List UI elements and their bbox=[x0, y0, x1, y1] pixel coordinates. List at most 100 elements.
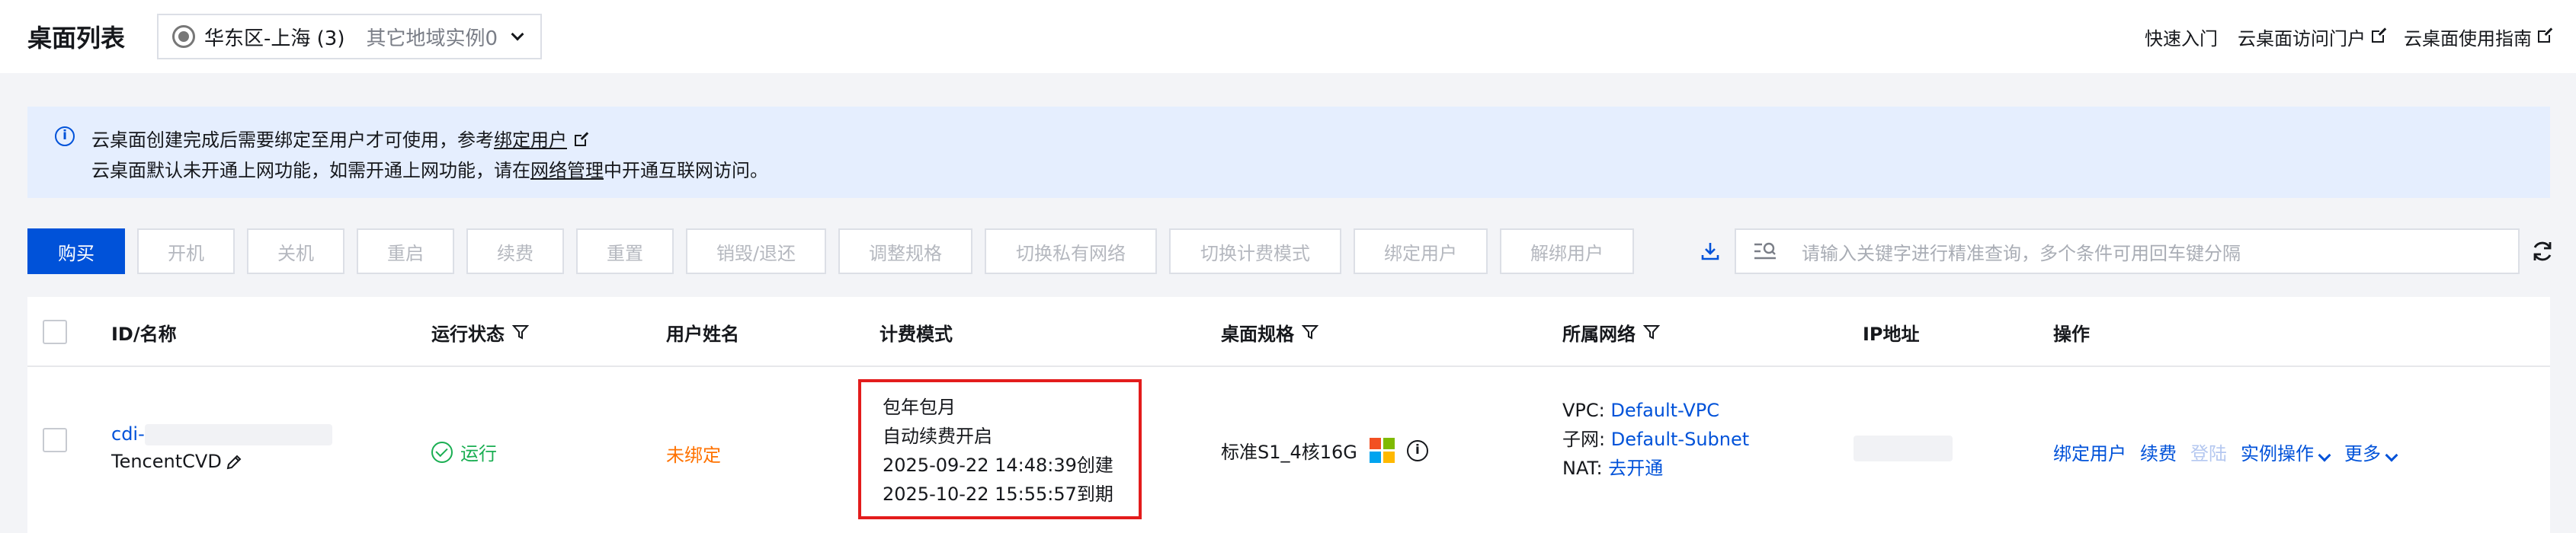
external-link-icon bbox=[2372, 27, 2387, 43]
search-input[interactable]: 请输入关键字进行精准查询，多个条件可用回车键分隔 bbox=[1735, 228, 2520, 274]
switch-billing-button[interactable]: 切换计费模式 bbox=[1169, 228, 1341, 274]
user-name-cell: 未绑定 bbox=[666, 445, 721, 466]
status-text: 运行 bbox=[460, 443, 497, 464]
spec-cell: 标准S1_4核16G i bbox=[1221, 437, 1428, 464]
info-icon: i bbox=[55, 126, 75, 146]
refresh-icon[interactable] bbox=[2530, 239, 2555, 263]
unbind-user-button[interactable]: 解绑用户 bbox=[1500, 228, 1634, 274]
ip-cell bbox=[1854, 436, 1953, 466]
column-status: 运行状态 bbox=[431, 297, 529, 367]
filter-icon[interactable] bbox=[1302, 324, 1318, 340]
bind-user-doc-link[interactable]: 绑定用户 bbox=[494, 125, 567, 155]
current-region: 华东区-上海 (3) bbox=[204, 27, 345, 50]
column-network: 所属网络 bbox=[1562, 297, 1660, 367]
check-circle-icon bbox=[431, 441, 453, 463]
column-spec: 桌面规格 bbox=[1221, 297, 1318, 367]
select-all-checkbox[interactable] bbox=[43, 320, 67, 344]
chevron-down-icon bbox=[511, 27, 524, 41]
masked-id bbox=[144, 424, 332, 445]
bind-user-action[interactable]: 绑定用户 bbox=[2053, 439, 2126, 465]
portal-link[interactable]: 云桌面访问门户 bbox=[2238, 24, 2387, 50]
column-label: 所属网络 bbox=[1562, 323, 1636, 345]
quick-start-label: 快速入门 bbox=[2145, 27, 2218, 49]
notice-line-2: 云桌面默认未开通上网功能，如需开通上网功能，请在 网络管理 中开通互联网访问。 bbox=[56, 155, 2550, 186]
column-ip: IP地址 bbox=[1863, 297, 1920, 367]
instance-name: TencentCVD bbox=[111, 451, 222, 472]
expire-time: 2025-10-22 15:55:57到期 bbox=[883, 484, 1113, 505]
power-off-button[interactable]: 关机 bbox=[247, 228, 344, 274]
toolbar: 购买 开机 关机 重启 续费 重置 销毁/退还 调整规格 切换私有网络 切换计费… bbox=[27, 228, 2552, 274]
column-label: 计费模式 bbox=[879, 323, 953, 345]
billing-cell-highlight: 包年包月 自动续费开启 2025-09-22 14:48:39创建 2025-1… bbox=[858, 379, 1142, 519]
more-dropdown[interactable]: 更多 bbox=[2344, 439, 2398, 465]
network-management-link[interactable]: 网络管理 bbox=[530, 155, 604, 186]
filter-icon[interactable] bbox=[512, 324, 529, 340]
actions-cell: 绑定用户 续费 登陆 实例操作 更多 bbox=[2053, 439, 2398, 465]
bind-user-button[interactable]: 绑定用户 bbox=[1354, 228, 1488, 274]
notice-line-1: 云桌面创建完成后需要绑定至用户才可使用，参考 绑定用户 bbox=[56, 125, 2550, 155]
guide-link[interactable]: 云桌面使用指南 bbox=[2404, 24, 2553, 50]
column-id-name: ID/名称 bbox=[111, 297, 177, 367]
search-placeholder: 请输入关键字进行精准查询，多个条件可用回车键分隔 bbox=[1802, 242, 2241, 264]
page-title: 桌面列表 bbox=[27, 24, 126, 53]
download-icon[interactable] bbox=[1700, 241, 1721, 262]
notice-text: 中开通互联网访问。 bbox=[604, 160, 768, 181]
portal-label: 云桌面访问门户 bbox=[2238, 27, 2366, 49]
vpc-link[interactable]: Default-VPC bbox=[1610, 400, 1719, 421]
globe-icon bbox=[172, 25, 196, 48]
table-header: ID/名称 运行状态 用户姓名 计费模式 桌面规格 所属网络 IP地址 操作 bbox=[27, 297, 2550, 367]
filter-icon[interactable] bbox=[1643, 324, 1660, 340]
restart-button[interactable]: 重启 bbox=[357, 228, 454, 274]
instance-ops-label: 实例操作 bbox=[2241, 443, 2314, 464]
subnet-link[interactable]: Default-Subnet bbox=[1611, 429, 1749, 450]
column-label: 用户姓名 bbox=[666, 323, 739, 345]
column-user-name: 用户姓名 bbox=[666, 297, 739, 367]
reset-button[interactable]: 重置 bbox=[576, 228, 674, 274]
external-link-icon bbox=[2538, 27, 2553, 43]
instance-id-cell: cdi- TencentCVD bbox=[111, 420, 332, 475]
column-billing: 计费模式 bbox=[879, 297, 953, 367]
other-regions: 其它地域实例0 bbox=[366, 27, 498, 50]
header-links: 快速入门 云桌面访问门户 云桌面使用指南 bbox=[2145, 0, 2553, 73]
instance-id-link[interactable]: cdi- bbox=[111, 423, 145, 445]
quick-start-link[interactable]: 快速入门 bbox=[2145, 24, 2218, 50]
page-header: 桌面列表 华东区-上海 (3) 其它地域实例0 快速入门 云桌面访问门户 云桌面… bbox=[0, 0, 2576, 73]
external-link-icon bbox=[575, 131, 589, 146]
more-label: 更多 bbox=[2344, 443, 2381, 464]
desktop-table: ID/名称 运行状态 用户姓名 计费模式 桌面规格 所属网络 IP地址 操作 c… bbox=[27, 297, 2550, 533]
chevron-down-icon bbox=[2385, 448, 2398, 462]
guide-label: 云桌面使用指南 bbox=[2404, 27, 2532, 49]
resize-spec-button[interactable]: 调整规格 bbox=[838, 228, 972, 274]
column-label: 操作 bbox=[2053, 323, 2090, 345]
notice-text: 云桌面创建完成后需要绑定至用户才可使用，参考 bbox=[91, 129, 494, 151]
row-checkbox[interactable] bbox=[43, 428, 67, 452]
info-notice: i 云桌面创建完成后需要绑定至用户才可使用，参考 绑定用户 云桌面默认未开通上网… bbox=[27, 107, 2550, 198]
created-time: 2025-09-22 14:48:39创建 bbox=[883, 455, 1113, 476]
info-icon[interactable]: i bbox=[1406, 439, 1428, 461]
renew-action[interactable]: 续费 bbox=[2140, 439, 2177, 465]
vpc-label: VPC: bbox=[1562, 400, 1605, 421]
column-label: 桌面规格 bbox=[1221, 323, 1294, 345]
chevron-down-icon bbox=[2318, 448, 2331, 462]
nat-enable-link[interactable]: 去开通 bbox=[1608, 458, 1663, 479]
subnet-label: 子网: bbox=[1562, 429, 1606, 450]
column-actions: 操作 bbox=[2053, 297, 2090, 367]
notice-text: 云桌面默认未开通上网功能，如需开通上网功能，请在 bbox=[91, 160, 530, 181]
windows-icon bbox=[1369, 438, 1395, 463]
power-on-button[interactable]: 开机 bbox=[137, 228, 235, 274]
column-label: 运行状态 bbox=[431, 323, 505, 345]
masked-ip bbox=[1854, 436, 1953, 461]
buy-button[interactable]: 购买 bbox=[27, 228, 125, 274]
instance-ops-dropdown[interactable]: 实例操作 bbox=[2241, 439, 2331, 465]
destroy-button[interactable]: 销毁/退还 bbox=[686, 228, 826, 274]
switch-vpc-button[interactable]: 切换私有网络 bbox=[985, 228, 1157, 274]
status-cell: 运行 bbox=[431, 439, 497, 465]
login-action[interactable]: 登陆 bbox=[2190, 439, 2227, 465]
table-row: cdi- TencentCVD 运行 未绑定 标准S1_4核16G i VPC:… bbox=[27, 369, 2550, 533]
column-label: IP地址 bbox=[1863, 323, 1920, 345]
region-selector[interactable]: 华东区-上海 (3) 其它地域实例0 bbox=[157, 14, 543, 59]
edit-icon[interactable] bbox=[225, 453, 243, 471]
column-label: ID/名称 bbox=[111, 323, 177, 345]
network-cell: VPC: Default-VPC 子网: Default-Subnet NAT:… bbox=[1562, 396, 1749, 483]
renew-button[interactable]: 续费 bbox=[466, 228, 564, 274]
